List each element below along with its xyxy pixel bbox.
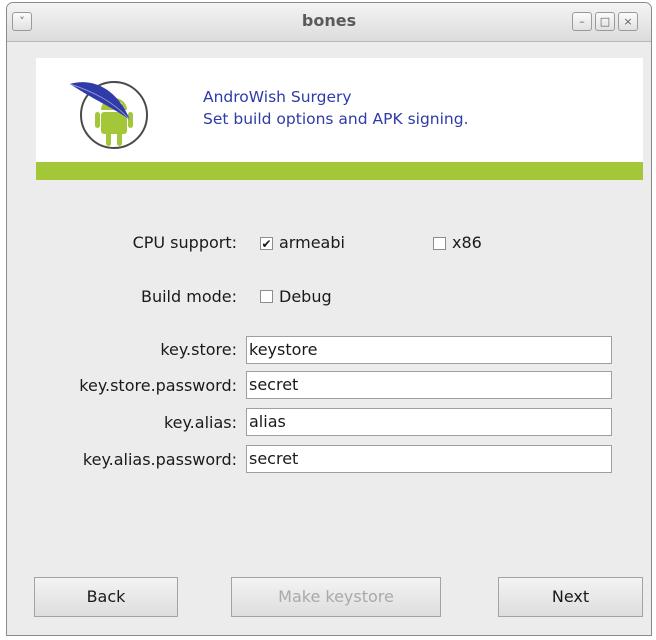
x86-checkbox[interactable] xyxy=(433,237,446,250)
banner-title: AndroWish Surgery xyxy=(203,88,352,106)
close-icon: × xyxy=(623,15,633,28)
cpu-support-label: CPU support: xyxy=(132,233,237,252)
debug-checkbox[interactable] xyxy=(260,290,273,303)
checkmark-icon: ✔ xyxy=(261,236,272,251)
key-alias-input[interactable]: alias xyxy=(246,408,612,436)
main-window: ˅ bones – □ × AndroWish Surgery Set buil… xyxy=(6,2,652,636)
build-mode-label: Build mode: xyxy=(140,287,237,306)
key-alias-password-input[interactable]: secret xyxy=(246,445,612,473)
title-bar: ˅ bones – □ × xyxy=(7,3,651,42)
maximize-button[interactable]: □ xyxy=(595,12,615,31)
minimize-button[interactable]: – xyxy=(572,12,592,31)
window-title: bones xyxy=(301,11,357,30)
key-store-label: key.store: xyxy=(160,340,237,359)
banner-accent-bar xyxy=(36,162,643,180)
key-store-password-label: key.store.password: xyxy=(79,376,237,395)
key-alias-password-label: key.alias.password: xyxy=(82,450,237,469)
key-store-input[interactable]: keystore xyxy=(246,336,612,364)
key-alias-label: key.alias: xyxy=(163,413,237,432)
key-store-password-input[interactable]: secret xyxy=(246,371,612,399)
armeabi-label[interactable]: armeabi xyxy=(279,233,345,252)
next-button[interactable]: Next xyxy=(498,577,643,617)
debug-label[interactable]: Debug xyxy=(279,287,332,306)
banner-subtitle: Set build options and APK signing. xyxy=(203,110,469,128)
androwish-feather-logo-icon xyxy=(69,81,148,149)
x86-label[interactable]: x86 xyxy=(452,233,482,252)
close-button[interactable]: × xyxy=(618,12,638,31)
header-banner: AndroWish Surgery Set build options and … xyxy=(36,58,643,180)
minimize-icon: – xyxy=(579,15,585,28)
make-keystore-button: Make keystore xyxy=(231,577,441,617)
armeabi-checkbox[interactable]: ✔ xyxy=(260,237,273,250)
maximize-icon: □ xyxy=(599,15,611,28)
back-button[interactable]: Back xyxy=(34,577,178,617)
